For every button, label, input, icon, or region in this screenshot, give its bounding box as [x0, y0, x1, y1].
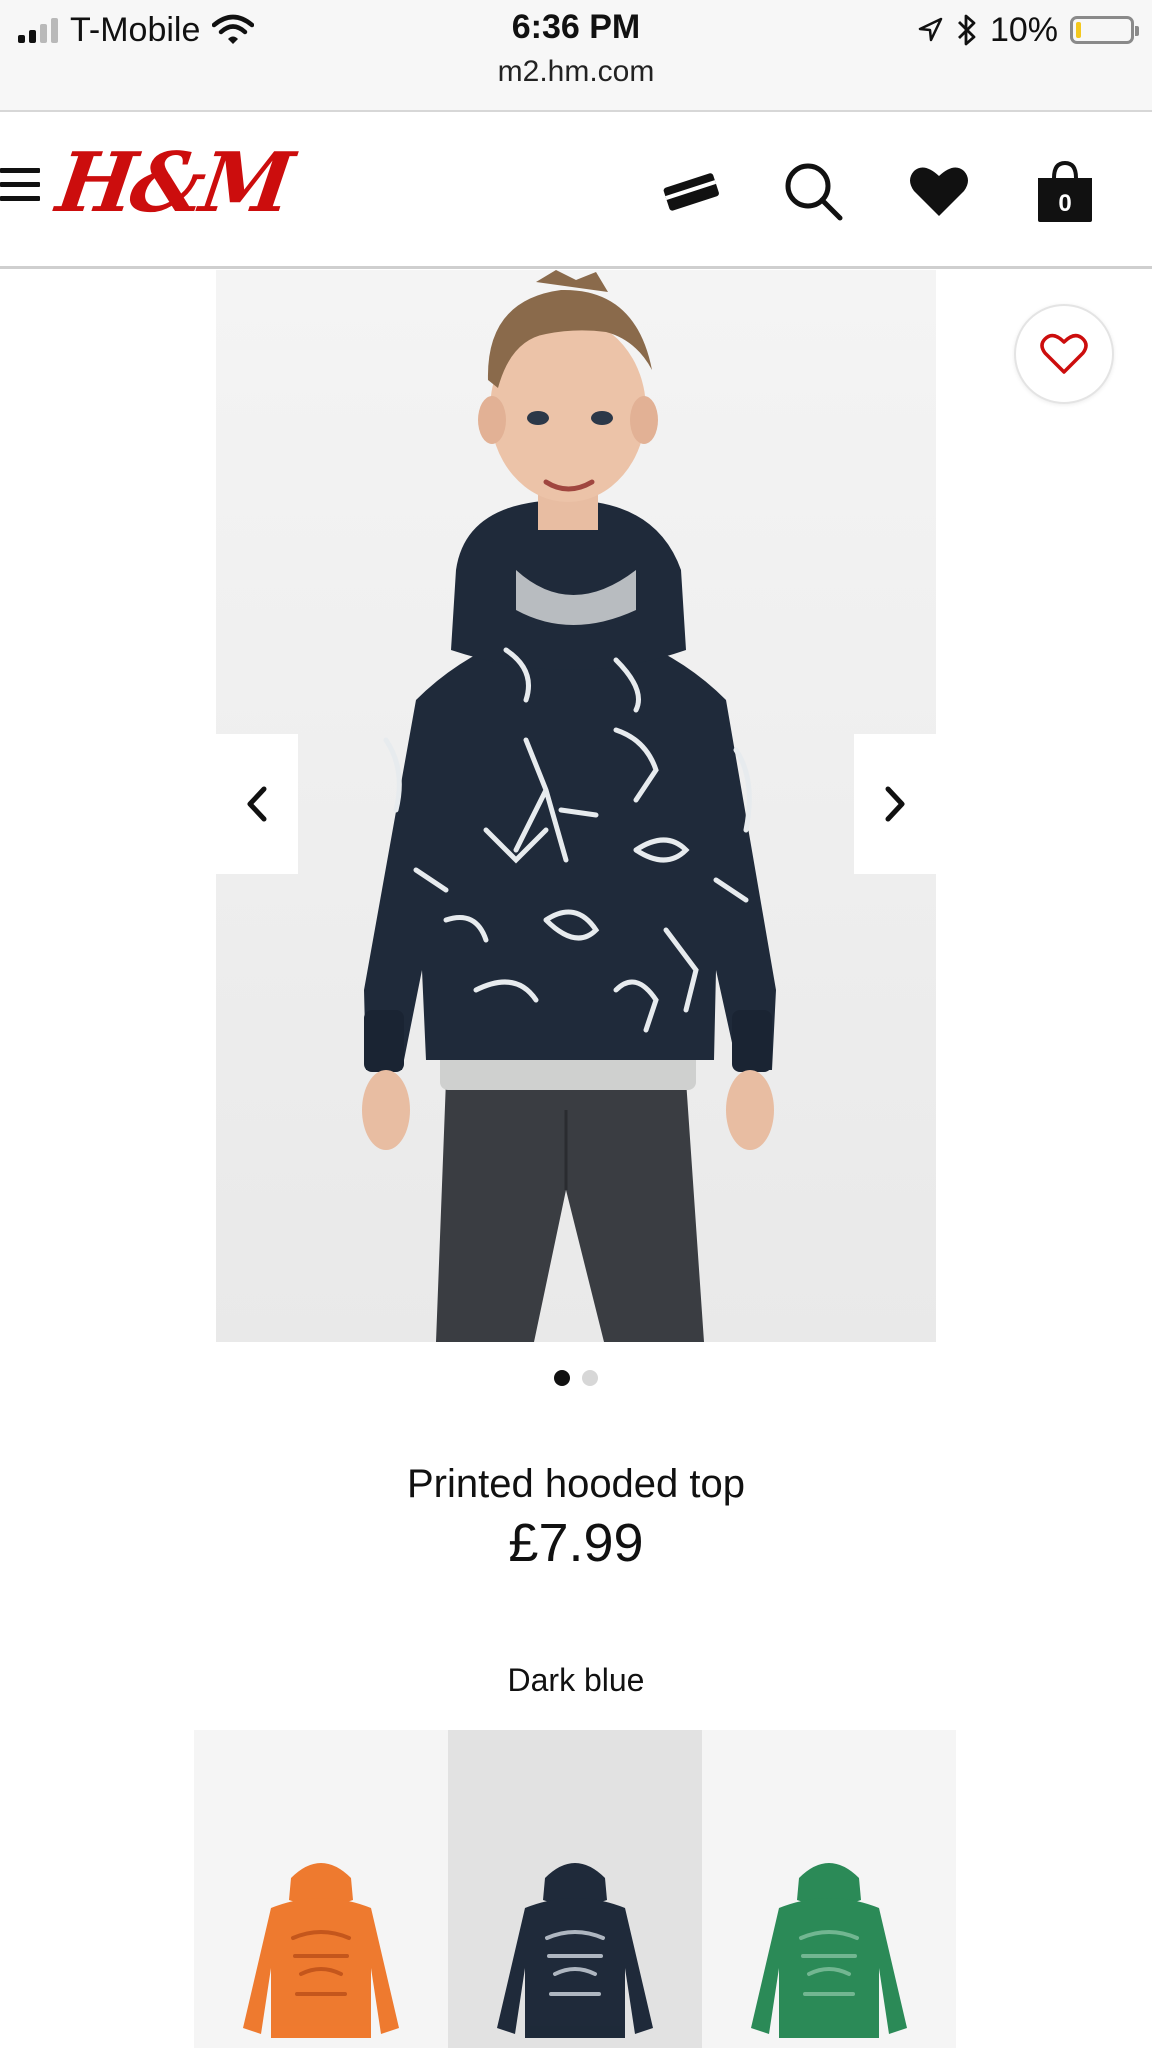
address-bar-url[interactable]: m2.hm.com	[0, 55, 1152, 89]
location-arrow-icon	[918, 17, 943, 42]
hm-logo[interactable]: H&M	[51, 135, 295, 231]
gift-card-icon[interactable]	[656, 156, 726, 226]
color-swatch[interactable]	[702, 1730, 956, 2048]
hoodie-thumbnail	[497, 1863, 653, 2038]
battery-percent: 10%	[989, 10, 1058, 49]
chevron-right-icon	[885, 786, 905, 822]
site-header: H&M 0	[0, 112, 1152, 269]
bluetooth-icon	[957, 14, 976, 46]
chevron-left-icon	[247, 786, 267, 822]
color-swatch[interactable]	[194, 1730, 448, 2048]
product-image-carousel[interactable]	[216, 270, 936, 1342]
carousel-next-button[interactable]	[854, 734, 936, 874]
product-photo	[216, 270, 936, 1342]
hoodie-thumbnail	[751, 1863, 907, 2038]
product-price: £7.99	[508, 1513, 644, 1573]
favourites-heart-icon[interactable]	[904, 156, 974, 226]
status-right: 10%	[916, 8, 1139, 52]
carousel-pagination-dots	[0, 1370, 1152, 1386]
color-swatch[interactable]	[448, 1730, 702, 2048]
heart-outline-icon	[1040, 333, 1088, 374]
product-name: Printed hooded top	[406, 1462, 746, 1506]
hoodie-thumbnail	[243, 1863, 399, 2038]
selected-color-label: Dark blue	[507, 1662, 645, 1698]
bag-count-badge: 0	[1058, 190, 1072, 217]
search-icon[interactable]	[778, 156, 848, 226]
battery-level-fill	[1076, 22, 1081, 38]
carousel-dot[interactable]	[582, 1370, 598, 1386]
color-swatch-list	[194, 1730, 958, 2048]
add-to-favourites-button[interactable]	[1014, 304, 1114, 404]
carousel-dot[interactable]	[554, 1370, 570, 1386]
hamburger-menu-icon[interactable]	[0, 168, 40, 208]
status-bar: T-Mobile 6:36 PM m2.hm.com 10%	[0, 0, 1152, 112]
battery-icon	[1070, 16, 1139, 44]
carousel-prev-button[interactable]	[216, 734, 298, 874]
shopping-bag-icon[interactable]: 0	[1030, 156, 1100, 226]
